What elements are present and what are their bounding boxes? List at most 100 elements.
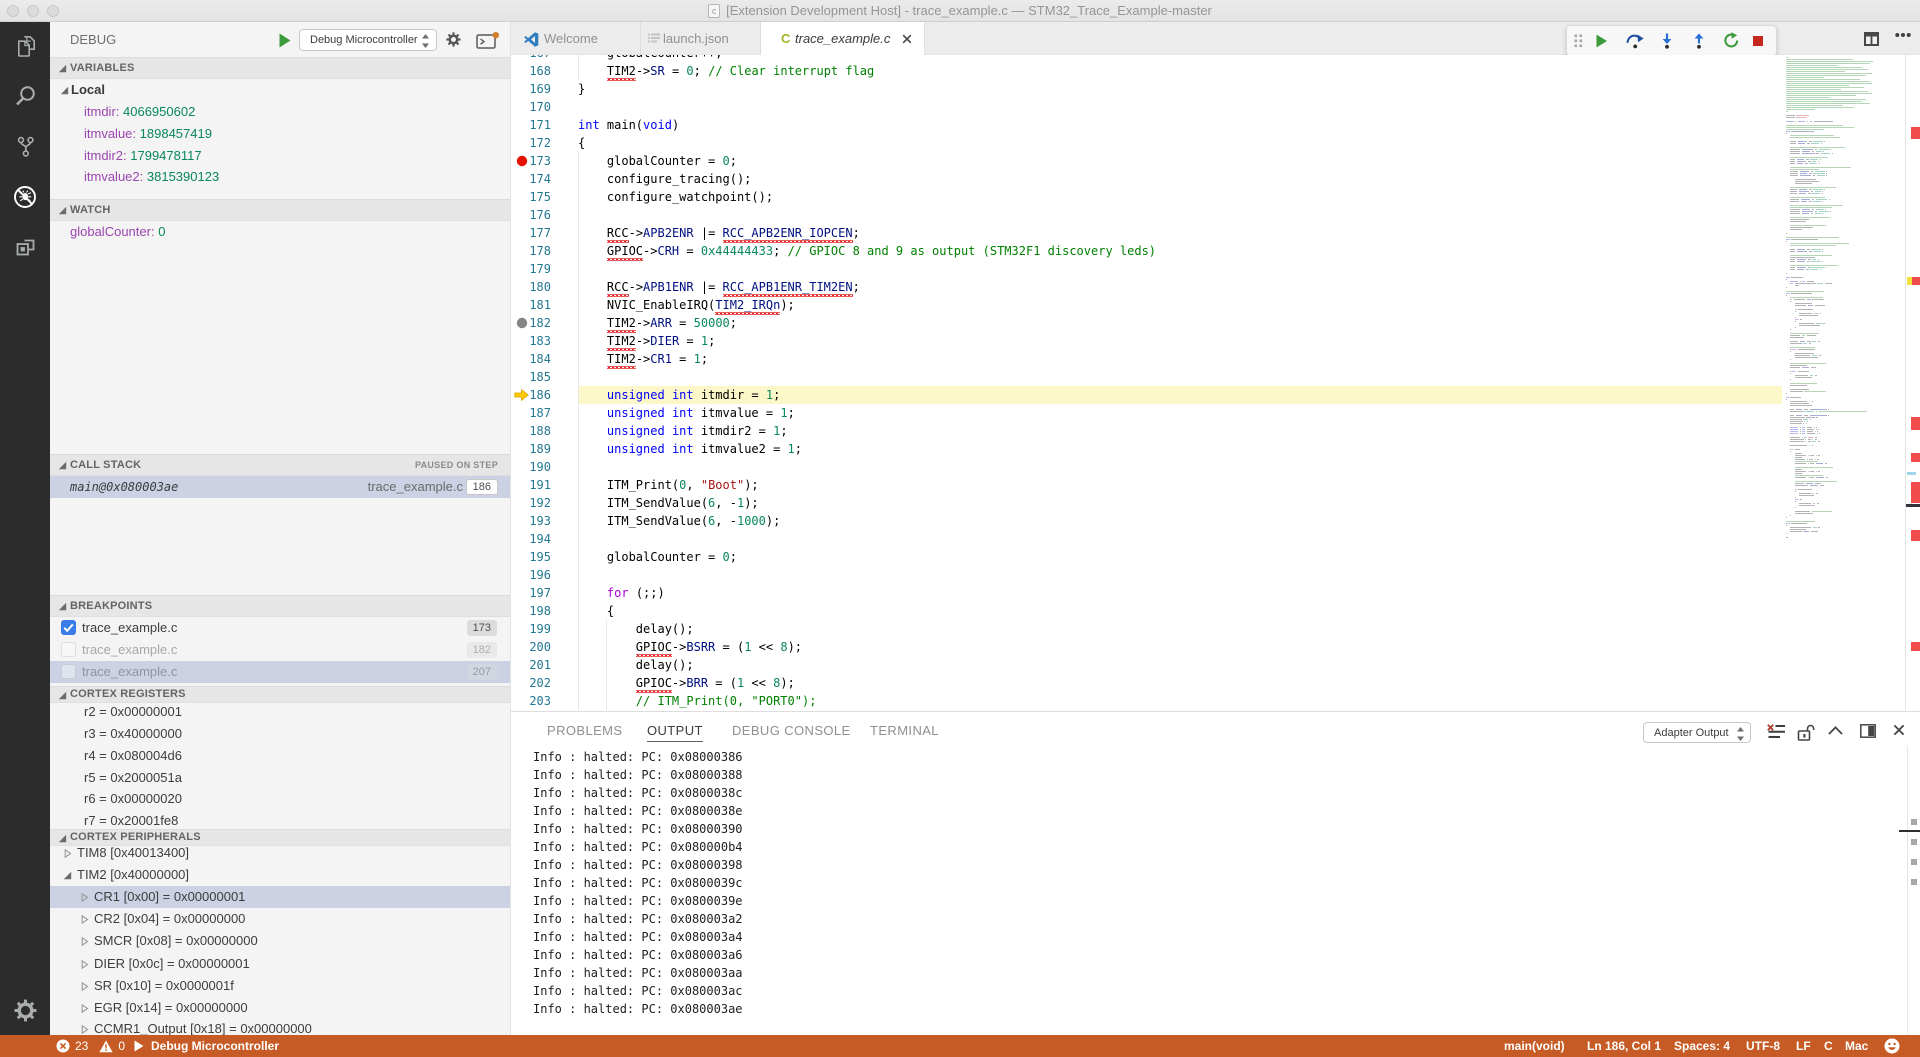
section-header-watch[interactable]: WATCH [50,199,511,221]
move-panel-right-button[interactable] [1860,724,1876,738]
split-editor-button[interactable] [1864,32,1879,46]
activitybar-item-search[interactable] [0,76,50,116]
breakpoint-row[interactable]: trace_example.c182 [50,639,511,661]
code-line-191[interactable]: 191 ITM_Print(0, "Boot"); [511,476,1920,494]
register-row[interactable]: r3 = 0x40000000 [50,723,511,745]
start-debug-button[interactable] [279,33,291,48]
twistie-collapsed-icon[interactable] [80,937,89,946]
breakpoint-glyph[interactable] [516,155,534,173]
code-line-180[interactable]: 180 RCC->APB1ENR |= RCC_APB1ENR_TIM2EN; [511,278,1920,296]
twistie-collapsed-icon[interactable] [80,1004,89,1013]
restart-button[interactable] [1718,26,1744,55]
variable-row[interactable]: itmvalue: 1898457419 [50,123,511,145]
code-line-183[interactable]: 183 TIM2->DIER = 1; [511,332,1920,350]
twistie-collapsed-icon[interactable] [80,1025,89,1034]
code-line-194[interactable]: 194 [511,530,1920,548]
breakpoint-checkbox[interactable] [61,664,76,679]
status-remote[interactable]: Mac [1845,1035,1868,1057]
panel-tab-debug-console[interactable]: DEBUG CONSOLE [732,723,851,738]
code-line-179[interactable]: 179 [511,260,1920,278]
step-out-button[interactable] [1686,26,1712,55]
code-line-186[interactable]: 186 unsigned int itmdir = 1; [511,386,1920,404]
clear-output-button[interactable] [1767,724,1786,739]
section-header-call-stack[interactable]: CALL STACKPAUSED ON STEP [50,454,511,476]
twistie-collapsed-icon[interactable] [80,960,89,969]
tab-Welcome[interactable]: Welcome [511,22,641,55]
code-line-171[interactable]: 171int main(void) [511,116,1920,134]
code-line-197[interactable]: 197 for (;;) [511,584,1920,602]
feedback-smiley-icon[interactable] [1884,1038,1900,1057]
maximize-panel-button[interactable] [1828,726,1843,735]
settings-gear-button[interactable] [0,990,50,1030]
twistie-collapsed-icon[interactable] [80,982,89,991]
peripheral-row[interactable]: SR [0x10] = 0x0000001f [50,975,511,997]
peripheral-row[interactable]: SMCR [0x08] = 0x00000000 [50,930,511,952]
activitybar-item-source-control[interactable] [0,126,50,166]
toolbar-drag-handle[interactable] [1569,26,1587,55]
minimap[interactable] [1782,55,1905,711]
output-channel-dropdown[interactable]: Adapter Output [1643,722,1751,743]
debug-status-item[interactable]: Debug Microcontroller [134,1035,279,1057]
twistie-collapsed-icon[interactable] [80,893,89,902]
code-line-192[interactable]: 192 ITM_SendValue(6, -1); [511,494,1920,512]
code-line-175[interactable]: 175 configure_watchpoint(); [511,188,1920,206]
twistie-expanded-icon[interactable] [63,871,72,880]
code-line-187[interactable]: 187 unsigned int itmvalue = 1; [511,404,1920,422]
close-tab-icon[interactable] [902,34,912,44]
variable-row[interactable]: itmdir: 4066950602 [50,101,511,123]
configure-gear-button[interactable] [445,31,462,48]
section-header-variables[interactable]: VARIABLES [50,57,511,79]
status-symbol[interactable]: main(void) [1504,1035,1565,1057]
tab-launch-json[interactable]: launch.json [641,22,761,55]
code-line-167[interactable]: 167 globalCounter++; [511,55,1920,62]
code-line-176[interactable]: 176 [511,206,1920,224]
code-line-202[interactable]: 202 GPIOC->BRR = (1 << 8); [511,674,1920,692]
code-line-177[interactable]: 177 RCC->APB2ENR |= RCC_APB2ENR_IOPCEN; [511,224,1920,242]
code-line-189[interactable]: 189 unsigned int itmvalue2 = 1; [511,440,1920,458]
unverified-breakpoint-glyph[interactable] [516,317,534,335]
register-row[interactable]: r4 = 0x080004d6 [50,745,511,767]
breakpoint-checkbox[interactable] [61,642,76,657]
register-row[interactable]: r5 = 0x2000051a [50,767,511,789]
stop-button[interactable] [1745,26,1771,55]
section-header-breakpoints[interactable]: BREAKPOINTS [50,595,511,617]
peripheral-row[interactable]: EGR [0x14] = 0x00000000 [50,997,511,1019]
status-indentation[interactable]: Spaces: 4 [1674,1035,1730,1057]
code-line-188[interactable]: 188 unsigned int itmdir2 = 1; [511,422,1920,440]
code-line-201[interactable]: 201 delay(); [511,656,1920,674]
status-eol[interactable]: LF [1796,1035,1811,1057]
peripheral-row[interactable]: TIM8 [0x40013400] [50,842,511,864]
breakpoint-row[interactable]: trace_example.c207 [50,661,511,683]
code-editor[interactable]: 167 globalCounter++;168 TIM2->SR = 0; //… [511,55,1920,711]
code-line-172[interactable]: 172{ [511,134,1920,152]
code-line-198[interactable]: 198 { [511,602,1920,620]
callstack-frame-row[interactable]: main@0x080003aetrace_example.c186 [50,476,511,498]
output-scrollbar[interactable] [1907,746,1908,1036]
code-line-193[interactable]: 193 ITM_SendValue(6, -1000); [511,512,1920,530]
debug-config-dropdown[interactable]: Debug Microcontroller [299,29,437,51]
activitybar-item-debug[interactable] [0,177,50,217]
panel-tab-output[interactable]: OUTPUT [647,723,703,742]
code-line-185[interactable]: 185 [511,368,1920,386]
status-language[interactable]: C [1824,1035,1833,1057]
peripheral-row[interactable]: CCMR1_Output [0x18] = 0x00000000 [50,1018,511,1035]
twistie-collapsed-icon[interactable] [80,915,89,924]
code-line-203[interactable]: 203 // ITM_Print(0, "PORT0"); [511,692,1920,710]
debug-console-toggle-button[interactable] [476,31,500,50]
panel-tab-problems[interactable]: PROBLEMS [547,723,622,738]
code-line-182[interactable]: 182 TIM2->ARR = 50000; [511,314,1920,332]
close-panel-button[interactable] [1893,724,1905,736]
code-line-199[interactable]: 199 delay(); [511,620,1920,638]
peripheral-row[interactable]: CR2 [0x04] = 0x00000000 [50,908,511,930]
panel-tab-terminal[interactable]: TERMINAL [870,723,939,738]
register-row[interactable]: r6 = 0x00000020 [50,788,511,810]
code-line-181[interactable]: 181 NVIC_EnableIRQ(TIM2_IRQn); [511,296,1920,314]
code-line-178[interactable]: 178 GPIOC->CRH = 0x44444433; // GPIOC 8 … [511,242,1920,260]
code-line-196[interactable]: 196 [511,566,1920,584]
code-line-174[interactable]: 174 configure_tracing(); [511,170,1920,188]
peripheral-row[interactable]: DIER [0x0c] = 0x00000001 [50,953,511,975]
breakpoint-row[interactable]: trace_example.c173 [50,617,511,639]
step-into-button[interactable] [1654,26,1680,55]
output-log[interactable]: Info : halted: PC: 0x08000386 Info : hal… [533,748,743,1018]
status-cursor-position[interactable]: Ln 186, Col 1 [1587,1035,1661,1057]
